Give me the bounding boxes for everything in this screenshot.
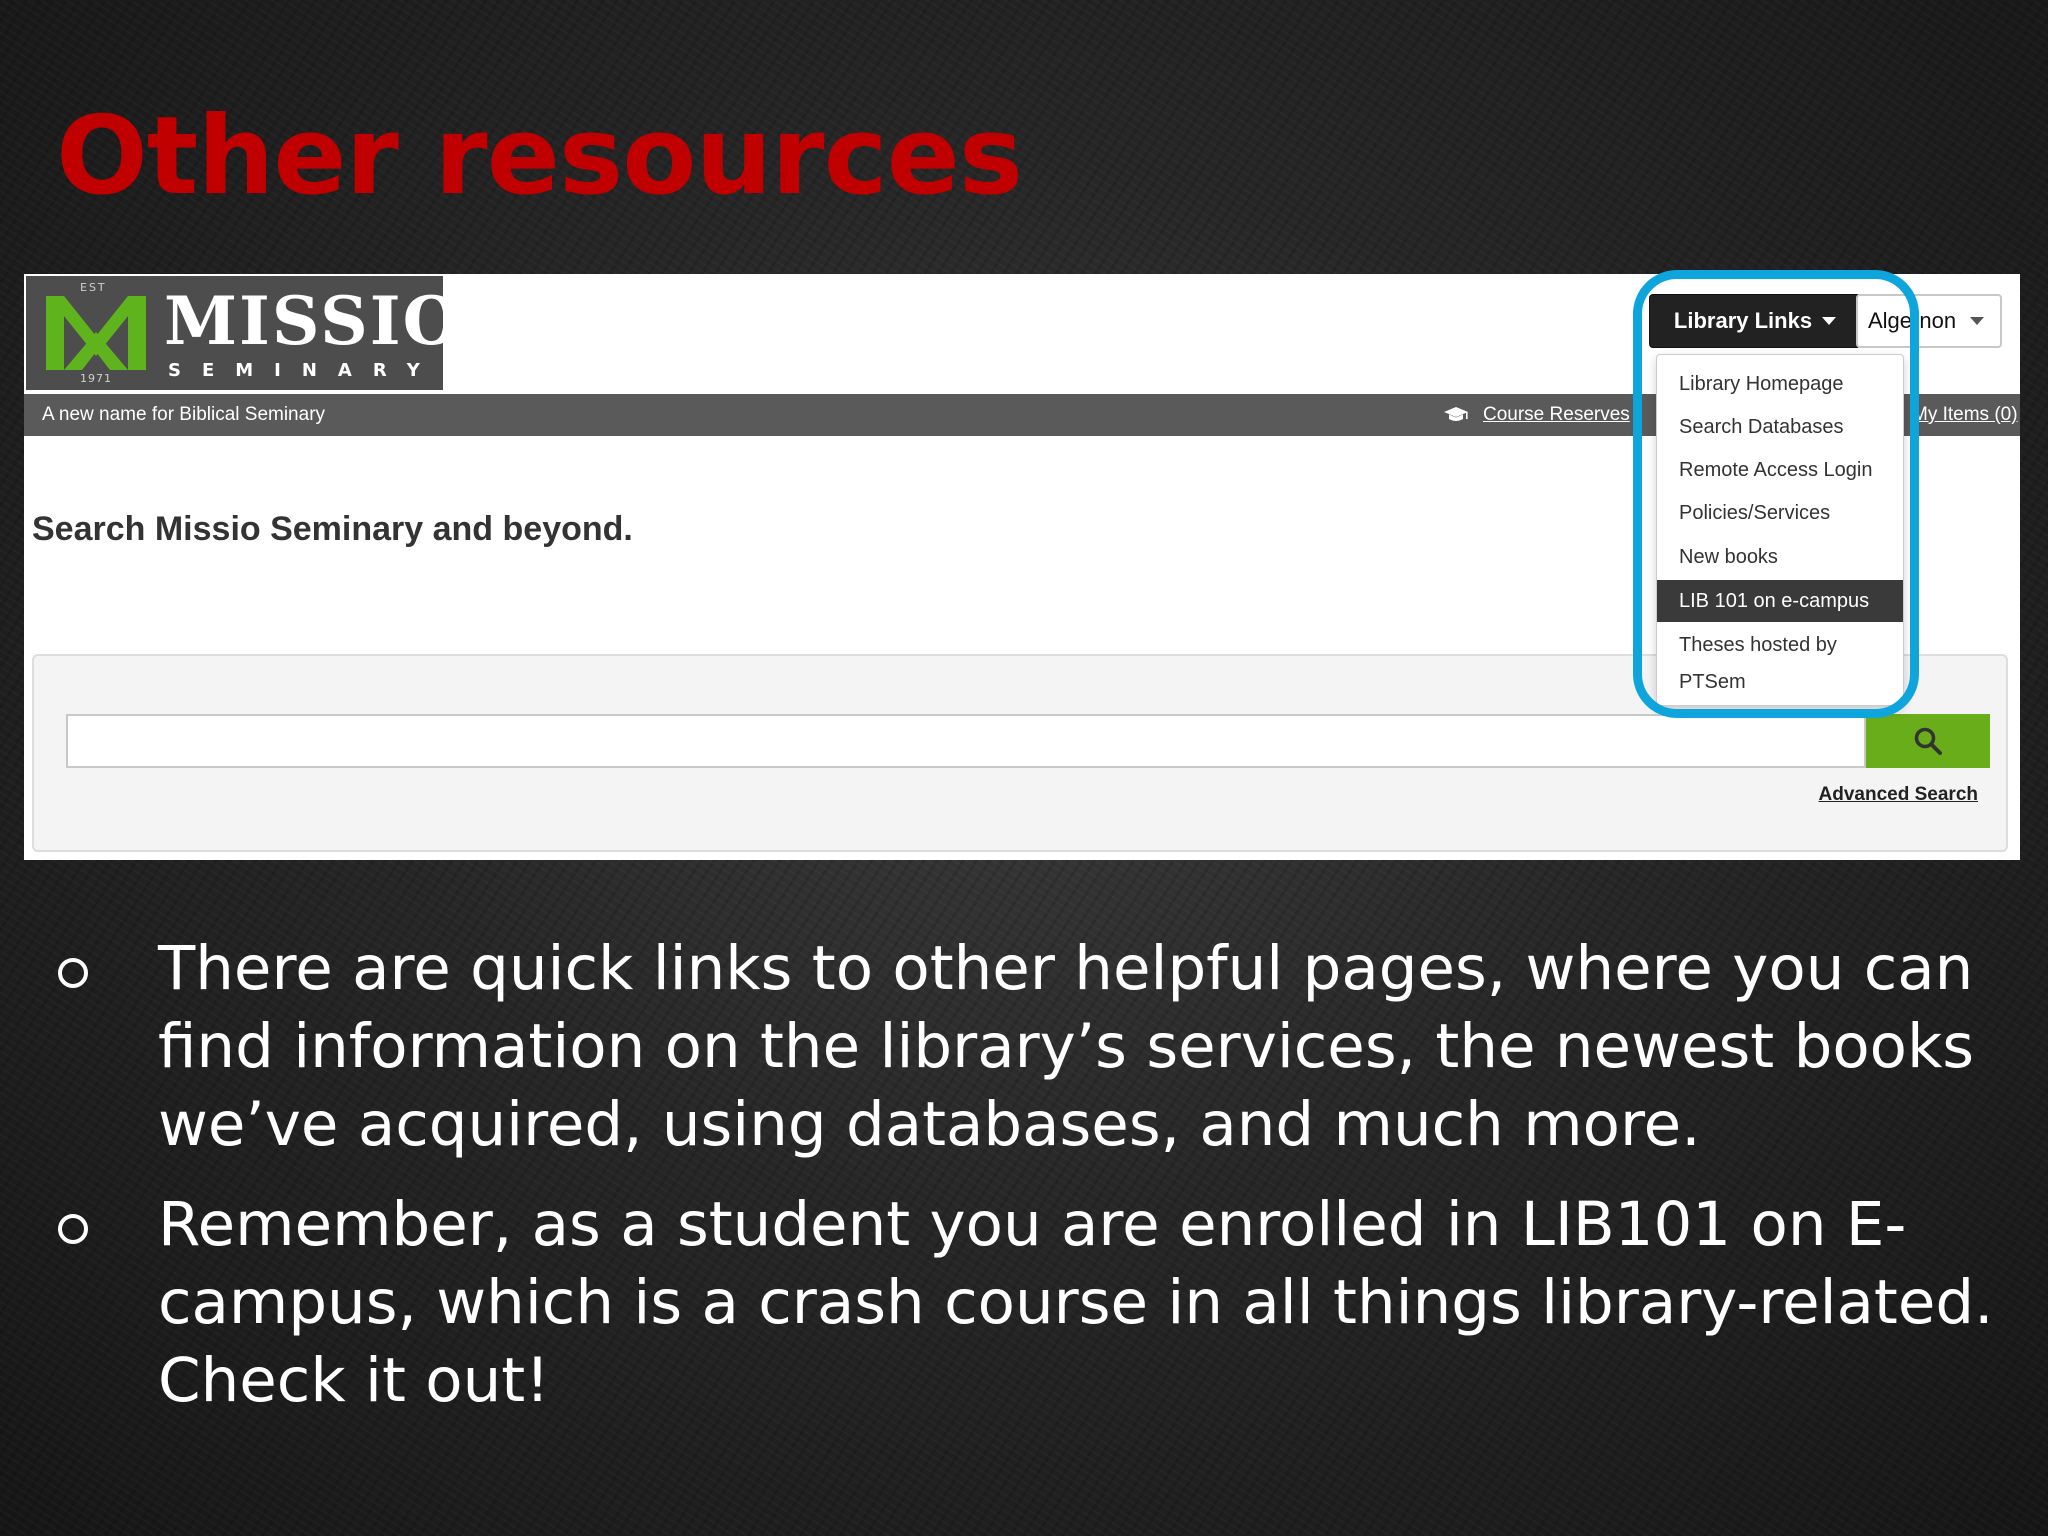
my-items-link[interactable]: My Items (0) [1912, 404, 2018, 426]
hollow-circle-bullet-icon [58, 958, 88, 988]
advanced-search-link[interactable]: Advanced Search [1819, 784, 1978, 806]
slide-title: Other resources [56, 94, 1023, 219]
library-links-label: Library Links [1673, 308, 1813, 333]
logo-subtitle: SEMINARY [168, 360, 441, 381]
dropdown-item-search-databases[interactable]: Search Databases [1657, 408, 1903, 446]
bullet-text: There are quick links to other helpful p… [158, 933, 1975, 1160]
bullet-item: Remember, as a student you are enrolled … [58, 1186, 1998, 1420]
logo-est: EST [80, 281, 107, 294]
user-menu-label: Algernon [1868, 308, 1957, 333]
logo-year: 1971 [80, 372, 112, 385]
course-reserves-label: Course Reserves [1483, 404, 1630, 425]
hollow-circle-bullet-icon [58, 1214, 88, 1244]
dropdown-item-library-homepage[interactable]: Library Homepage [1657, 365, 1903, 403]
dropdown-item-theses[interactable]: Theses hosted by PTSem [1657, 627, 1857, 701]
dropdown-item-new-books[interactable]: New books [1657, 538, 1903, 576]
library-website-screenshot: EST 1971 MISSIO SEMINARY Library Links A… [24, 274, 2020, 860]
bullet-list: There are quick links to other helpful p… [58, 930, 1998, 1442]
bullet-text: Remember, as a student you are enrolled … [158, 1189, 1994, 1416]
dropdown-item-policies-services[interactable]: Policies/Services [1657, 494, 1903, 532]
library-links-dropdown: Library Homepage Search Databases Remote… [1656, 354, 1904, 706]
graduation-cap-icon [1444, 407, 1468, 421]
navbar-tagline: A new name for Biblical Seminary [42, 404, 326, 425]
logo-wordmark: MISSIO [164, 282, 463, 360]
caret-down-icon [1970, 317, 1985, 325]
library-links-button[interactable]: Library Links [1649, 294, 1861, 348]
dropdown-item-remote-access-login[interactable]: Remote Access Login [1657, 451, 1903, 489]
bullet-item: There are quick links to other helpful p… [58, 930, 1998, 1164]
search-button[interactable] [1866, 714, 1990, 768]
dropdown-item-lib101[interactable]: LIB 101 on e-campus [1657, 580, 1903, 622]
search-heading: Search Missio Seminary and beyond. [32, 510, 633, 548]
missio-logo[interactable]: EST 1971 MISSIO SEMINARY [26, 276, 460, 390]
search-input[interactable] [66, 714, 1866, 768]
course-reserves-link[interactable]: Course Reserves [1443, 404, 1630, 426]
caret-down-icon [1822, 317, 1837, 325]
user-menu-button[interactable]: Algernon [1856, 294, 2002, 348]
magnifier-icon [1914, 727, 1942, 755]
